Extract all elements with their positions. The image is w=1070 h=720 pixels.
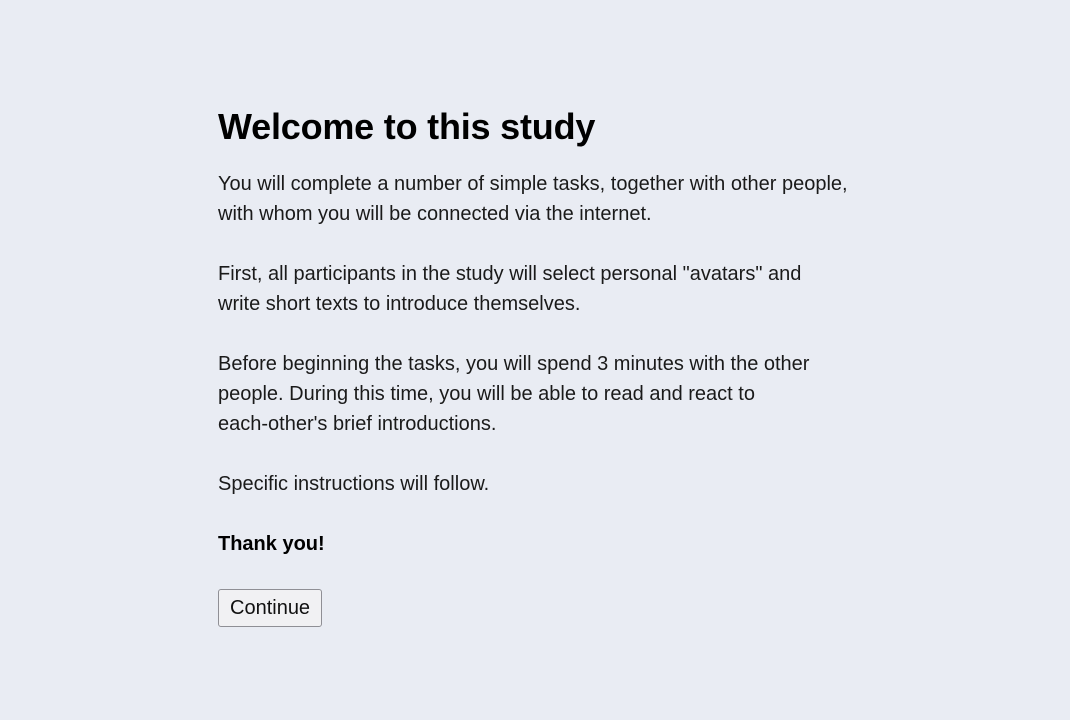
intro-paragraph-time: Before beginning the tasks, you will spe… xyxy=(218,353,810,435)
page-title: Welcome to this study xyxy=(218,106,596,147)
continue-button[interactable]: Continue xyxy=(218,589,323,627)
intro-paragraph-instructions: Specific instructions will follow. xyxy=(218,473,490,495)
intro-paragraph-avatars: First, all participants in the study wil… xyxy=(218,263,802,315)
intro-paragraph-tasks: You will complete a number of simple tas… xyxy=(218,173,848,225)
welcome-content: Welcome to this study You will complete … xyxy=(218,103,898,627)
thank-you-text: Thank you! xyxy=(218,533,325,555)
